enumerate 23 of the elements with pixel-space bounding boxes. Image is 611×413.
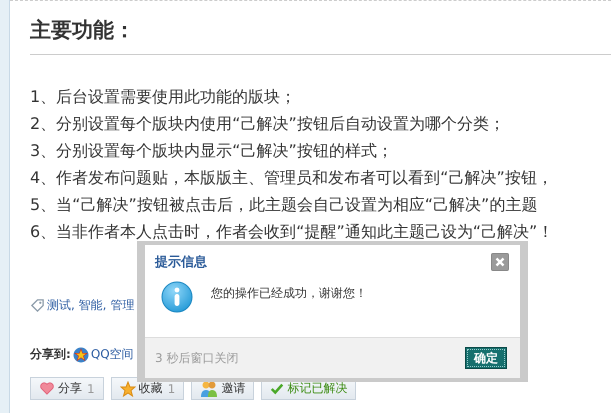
countdown-text: 3 秒后窗口关闭 [155,350,238,366]
feature-item: 6、当非作者本人点击时，作者会收到“提醒”通知此主题己设为“己解决”！ [30,221,554,243]
dialog-message: 您的操作已经成功，谢谢您！ [211,285,367,302]
qzone-star-icon [72,346,89,362]
feature-item: 4、作者发布问题贴，本版版主、管理员和发布者可以看到“己解决”按钮， [30,167,554,189]
heart-icon [39,381,55,396]
feature-item: 3、分别设置每个版块内显示“己解决”按钮的样式； [30,140,394,162]
confirm-button[interactable]: 确定 [465,347,507,369]
close-button[interactable] [491,253,509,271]
feature-item: 1、后台设置需要使用此功能的版块； [30,86,298,108]
section-heading: 主要功能： [30,17,136,44]
feature-item: 2、分别设置每个版块内使用“己解决”按钮后自动设置为哪个分类； [30,113,506,135]
feature-item: 5、当“己解决”按钮被点击后，此主题会自己设置为相应“己解决”的主题 [30,194,538,216]
share-link[interactable]: QQ空间 [90,346,134,363]
share-label: 分享到: [30,346,71,363]
check-icon [270,382,284,396]
star-icon [120,380,136,396]
tag-icon [30,298,45,313]
tag-links[interactable]: 测试, 智能, 管理 [47,297,134,314]
action-button[interactable]: 分享 1 [30,377,104,400]
close-icon [495,257,505,267]
dialog-title: 提示信息 [155,254,207,271]
people-icon [200,380,218,398]
